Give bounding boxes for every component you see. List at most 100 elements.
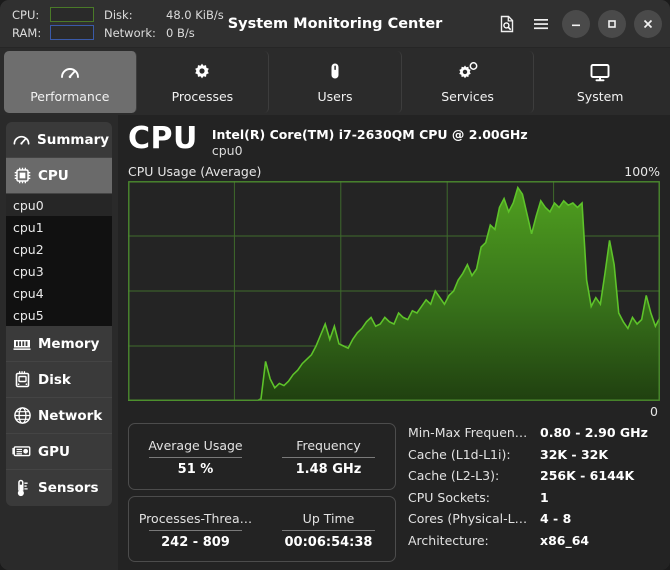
disk-drive-icon (12, 370, 32, 389)
titlebar-stats: CPU: Disk: 48.0 KiB/s RAM: Network: 0 B/… (12, 7, 224, 40)
cpu-indicator-label: CPU: (12, 8, 50, 22)
cpu-header: CPU Intel(R) Core(TM) i7-2630QM CPU @ 2.… (124, 121, 662, 162)
info-label: CPU Sockets: (408, 490, 540, 505)
sidebar-item-memory-label: Memory (38, 336, 99, 352)
info-label: Min-Max Frequen… (408, 425, 540, 440)
stat-average-usage-label: Average Usage (148, 438, 242, 455)
cpu-model-name: Intel(R) Core(TM) i7-2630QM CPU @ 2.00GH… (212, 127, 528, 142)
titlebar-cpu-row: CPU: Disk: 48.0 KiB/s (12, 7, 224, 22)
document-search-icon[interactable] (494, 11, 520, 37)
gauge-icon (58, 60, 82, 86)
maximize-button[interactable] (598, 10, 626, 38)
sidebar-item-summary[interactable]: Summary (6, 122, 112, 158)
titlebar: CPU: Disk: 48.0 KiB/s RAM: Network: 0 B/… (0, 0, 670, 48)
sidebar-item-disk[interactable]: Disk (6, 362, 112, 398)
tab-users[interactable]: Users (269, 51, 402, 113)
sidebar-item-gpu-label: GPU (38, 444, 70, 460)
tab-performance[interactable]: Performance (4, 51, 137, 113)
sidebar-item-network-label: Network (38, 408, 102, 424)
stat-uptime: Up Time 00:06:54:38 (262, 504, 395, 554)
sidebar-item-disk-label: Disk (38, 372, 71, 388)
gears-icon (455, 60, 481, 86)
globe-icon (12, 406, 32, 425)
monitor-icon (588, 60, 612, 86)
tab-processes-label: Processes (172, 89, 234, 104)
info-label: Cache (L2-L3): (408, 468, 540, 483)
info-value: 32K - 32K (540, 447, 608, 462)
bottom-area: Average Usage 51 % Frequency 1.48 GHz P (124, 419, 662, 562)
tab-services-label: Services (441, 89, 494, 104)
cpu-core-item-cpu3[interactable]: cpu3 (6, 260, 112, 282)
hamburger-menu-icon[interactable] (528, 11, 554, 37)
cpu-core-item-cpu4[interactable]: cpu4 (6, 282, 112, 304)
page-title: CPU (128, 123, 198, 155)
info-row-architecture: Architecture: x86_64 (408, 533, 660, 555)
cpu-usage-chart-svg (128, 181, 660, 401)
info-row-cpu-sockets: CPU Sockets: 1 (408, 490, 660, 512)
cpu-core-item-cpu0[interactable]: cpu0 (6, 194, 112, 216)
sidebar-item-sensors-label: Sensors (38, 480, 99, 496)
cpu-core-item-cpu5[interactable]: cpu5 (6, 304, 112, 326)
info-row-cache-l2-l3: Cache (L2-L3): 256K - 6144K (408, 468, 660, 490)
cpu-info-list: Min-Max Frequen… 0.80 - 2.90 GHz Cache (… (402, 423, 660, 562)
tab-system[interactable]: System (534, 51, 666, 113)
stat-processes-threads-value: 242 - 809 (131, 535, 260, 550)
gear-icon (190, 60, 214, 86)
stat-uptime-label: Up Time (303, 511, 355, 528)
ram-indicator-label: RAM: (12, 26, 50, 40)
mouse-icon (323, 60, 347, 86)
chart-min-label: 0 (124, 403, 662, 419)
close-button[interactable] (634, 10, 662, 38)
sidebar-item-sensors[interactable]: Sensors (6, 470, 112, 506)
stat-uptime-value: 00:06:54:38 (264, 535, 393, 550)
main-tab-bar: Performance Processes Users (0, 48, 670, 115)
stats-cards: Average Usage 51 % Frequency 1.48 GHz P (128, 423, 396, 562)
gpu-card-icon (12, 444, 32, 459)
stat-frequency-value: 1.48 GHz (264, 462, 393, 477)
info-value: 4 - 8 (540, 511, 571, 526)
thermometer-icon (12, 479, 32, 498)
info-label: Cores (Physical-L… (408, 511, 540, 526)
label-underline (149, 530, 242, 531)
sidebar-item-network[interactable]: Network (6, 398, 112, 434)
sidebar-item-cpu[interactable]: CPU (6, 158, 112, 194)
info-label: Cache (L1d-L1i): (408, 447, 540, 462)
stat-processes-threads-label: Processes-Threa… (139, 511, 252, 528)
label-underline (282, 457, 375, 458)
tab-users-label: Users (317, 89, 352, 104)
info-row-cores: Cores (Physical-L… 4 - 8 (408, 511, 660, 533)
sidebar-item-gpu[interactable]: GPU (6, 434, 112, 470)
stat-processes-threads: Processes-Threa… 242 - 809 (129, 504, 262, 554)
sidebar-item-cpu-label: CPU (38, 168, 69, 184)
disk-indicator-label: Disk: (104, 8, 166, 22)
sidebar-item-summary-label: Summary (37, 132, 109, 148)
tab-processes[interactable]: Processes (137, 51, 270, 113)
ram-usage-bar (50, 25, 94, 40)
cpu-meta: Intel(R) Core(TM) i7-2630QM CPU @ 2.00GH… (212, 123, 528, 158)
cpu-core-list: cpu0 cpu1 cpu2 cpu3 cpu4 cpu5 (6, 194, 112, 326)
cpu-usage-chart[interactable] (124, 181, 662, 403)
tab-system-label: System (577, 89, 624, 104)
disk-rate-value: 48.0 KiB/s (166, 8, 224, 22)
cpu-core-name: cpu0 (212, 143, 528, 158)
chart-max-label: 100% (624, 164, 660, 179)
minimize-button[interactable] (562, 10, 590, 38)
chart-header: CPU Usage (Average) 100% (124, 162, 662, 181)
cpu-core-item-cpu1[interactable]: cpu1 (6, 216, 112, 238)
info-value: 0.80 - 2.90 GHz (540, 425, 648, 440)
info-value: 1 (540, 490, 549, 505)
cpu-core-item-cpu2[interactable]: cpu2 (6, 238, 112, 260)
info-value: 256K - 6144K (540, 468, 634, 483)
tab-services[interactable]: Services (402, 51, 535, 113)
window-controls (494, 10, 662, 38)
info-row-cache-l1: Cache (L1d-L1i): 32K - 32K (408, 447, 660, 469)
stats-card-usage: Average Usage 51 % Frequency 1.48 GHz (128, 423, 396, 490)
tab-performance-label: Performance (30, 89, 109, 104)
app-window: CPU: Disk: 48.0 KiB/s RAM: Network: 0 B/… (0, 0, 670, 570)
stat-average-usage-value: 51 % (131, 462, 260, 477)
titlebar-ram-row: RAM: Network: 0 B/s (12, 25, 224, 40)
gauge-icon (12, 132, 31, 148)
sidebar-item-memory[interactable]: Memory (6, 326, 112, 362)
memory-stick-icon (12, 336, 32, 352)
network-indicator-label: Network: (104, 26, 166, 40)
